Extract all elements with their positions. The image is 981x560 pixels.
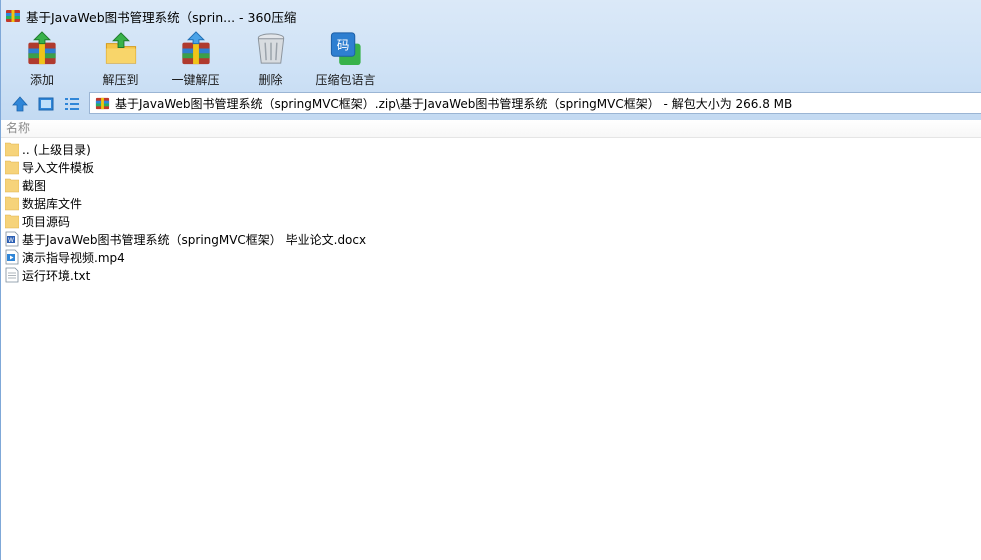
- delete-button[interactable]: 删除: [233, 30, 308, 88]
- up-level-button[interactable]: [10, 94, 30, 114]
- app-window: 基于JavaWeb图书管理系统（sprin... - 360压缩 添加 解压到 …: [0, 0, 981, 560]
- one-click-extract-button-label: 一键解压: [171, 73, 220, 87]
- list-item-file[interactable]: 演示指导视频.mp4: [1, 248, 981, 266]
- svg-text:码: 码: [336, 37, 349, 52]
- navigation-bar: 基于JavaWeb图书管理系统（springMVC框架）.zip\基于JavaW…: [1, 92, 981, 116]
- path-field[interactable]: 基于JavaWeb图书管理系统（springMVC框架）.zip\基于JavaW…: [89, 92, 981, 114]
- add-button[interactable]: 添加: [1, 30, 83, 88]
- one-click-extract-icon: [181, 31, 210, 65]
- extract-to-button-label: 解压到: [102, 73, 139, 87]
- thumbnail-view-button[interactable]: [36, 94, 56, 114]
- app-archive-icon: [6, 10, 20, 22]
- file-name: 演示指导视频.mp4: [22, 250, 125, 265]
- file-name: .. (上级目录): [22, 142, 91, 157]
- list-item-folder[interactable]: 截图: [1, 176, 981, 194]
- word-document-icon: W: [5, 231, 19, 247]
- window-chrome: 基于JavaWeb图书管理系统（sprin... - 360压缩 添加 解压到 …: [1, 0, 981, 120]
- title-bar: 基于JavaWeb图书管理系统（sprin... - 360压缩: [1, 0, 981, 32]
- list-view-button[interactable]: [62, 94, 82, 114]
- folder-icon: [5, 196, 19, 211]
- list-item-folder[interactable]: 项目源码: [1, 212, 981, 230]
- list-item-folder[interactable]: 数据库文件: [1, 194, 981, 212]
- folder-icon: [5, 178, 19, 193]
- list-item-file[interactable]: 运行环境.txt: [1, 266, 981, 284]
- arrow-up-icon: [12, 96, 28, 112]
- folder-icon: [5, 142, 19, 157]
- column-header-name[interactable]: 名称: [1, 120, 981, 138]
- file-list: 名称 .. (上级目录) 导入文件模板 截图 数据库文件 项目源码 W 基于Ja…: [1, 120, 981, 560]
- path-text: 基于JavaWeb图书管理系统（springMVC框架）.zip\基于JavaW…: [115, 96, 793, 111]
- text-file-icon: [5, 267, 19, 283]
- svg-text:W: W: [8, 237, 14, 244]
- folder-icon: [5, 160, 19, 175]
- file-name: 项目源码: [22, 214, 71, 229]
- one-click-extract-button[interactable]: 一键解压: [158, 30, 233, 88]
- list-view-icon: [65, 98, 79, 110]
- delete-icon: [257, 33, 284, 64]
- file-name: 导入文件模板: [22, 160, 95, 175]
- archive-language-icon: 码: [330, 32, 361, 66]
- archive-language-button[interactable]: 码 压缩包语言: [308, 30, 383, 88]
- list-item-parent-dir[interactable]: .. (上级目录): [1, 140, 981, 158]
- video-file-icon: [5, 249, 19, 265]
- toolbar: 添加 解压到 一键解压 删除 码 压缩包语言: [1, 30, 383, 88]
- list-item-folder[interactable]: 导入文件模板: [1, 158, 981, 176]
- file-name: 基于JavaWeb图书管理系统（springMVC框架） 毕业论文.docx: [22, 232, 367, 247]
- add-archive-icon: [28, 31, 56, 65]
- delete-button-label: 删除: [258, 73, 283, 87]
- add-button-label: 添加: [29, 73, 54, 87]
- window-title: 基于JavaWeb图书管理系统（sprin... - 360压缩: [26, 9, 297, 25]
- extract-to-button[interactable]: 解压到: [83, 30, 158, 88]
- file-rows: .. (上级目录) 导入文件模板 截图 数据库文件 项目源码 W 基于JavaW…: [1, 138, 981, 284]
- archive-language-button-label: 压缩包语言: [315, 73, 376, 87]
- list-item-file[interactable]: W 基于JavaWeb图书管理系统（springMVC框架） 毕业论文.docx: [1, 230, 981, 248]
- file-name: 数据库文件: [22, 196, 83, 211]
- folder-icon: [5, 214, 19, 229]
- file-name: 运行环境.txt: [22, 268, 91, 283]
- file-name: 截图: [22, 178, 47, 193]
- thumbnail-view-icon: [38, 97, 54, 111]
- archive-path-icon: [95, 97, 110, 109]
- extract-to-icon: [105, 32, 136, 64]
